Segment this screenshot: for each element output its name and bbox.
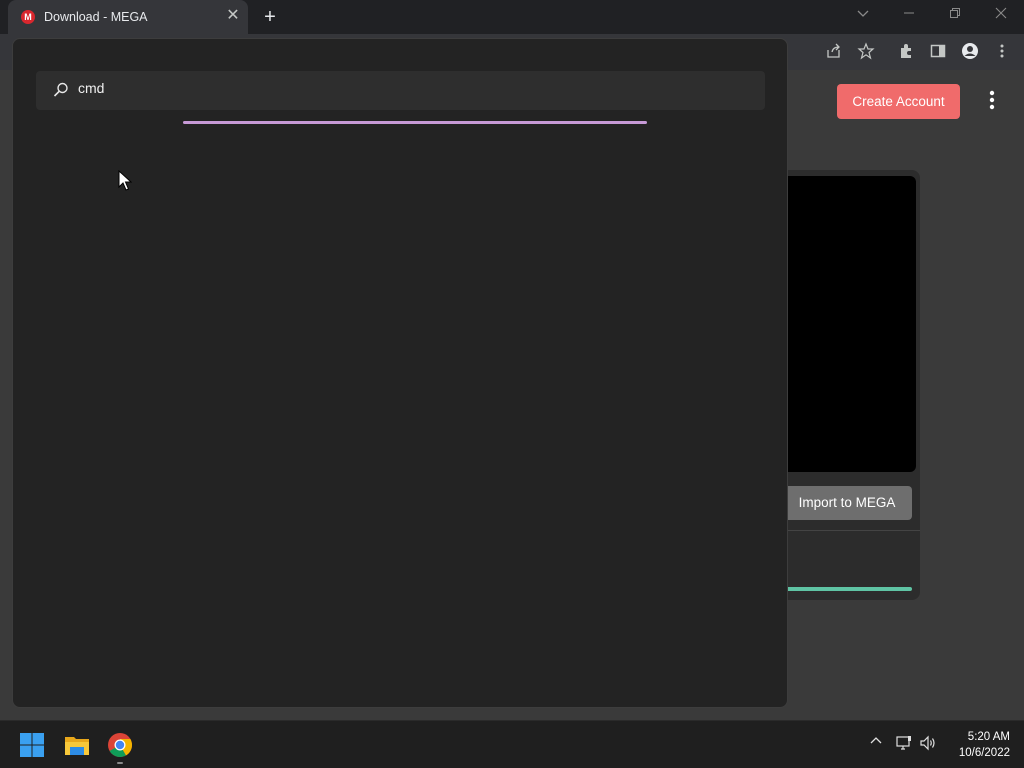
search-box[interactable]: cmd <box>36 71 765 110</box>
file-explorer-icon[interactable] <box>61 729 93 761</box>
start-icon[interactable] <box>16 729 48 761</box>
page-menu-icon[interactable] <box>984 90 1000 116</box>
close-window-icon[interactable] <box>988 4 1014 26</box>
file-preview <box>775 176 916 472</box>
tab-title: Download - MEGA <box>44 10 148 24</box>
mouse-cursor-icon <box>118 169 133 192</box>
network-icon[interactable] <box>894 734 914 754</box>
side-panel-icon[interactable] <box>928 42 948 62</box>
profile-icon[interactable] <box>960 42 980 62</box>
download-progress-bar <box>780 587 912 591</box>
bookmark-star-icon[interactable] <box>856 42 876 62</box>
browser-menu-icon[interactable] <box>992 42 1012 62</box>
chrome-icon[interactable] <box>104 729 136 761</box>
share-icon[interactable] <box>824 42 844 62</box>
import-to-mega-button[interactable]: Import to MEGA <box>782 486 912 520</box>
panel-divider <box>775 530 920 531</box>
new-tab-button[interactable]: + <box>259 6 281 28</box>
search-icon <box>52 81 70 99</box>
clock-date: 10/6/2022 <box>958 747 1010 759</box>
start-search-panel: cmd <box>12 38 788 708</box>
chrome-running-indicator <box>117 762 123 764</box>
clock-time: 5:20 AM <box>967 731 1010 743</box>
create-account-button[interactable]: Create Account <box>837 84 960 119</box>
mega-favicon-icon: M <box>21 10 35 24</box>
windows-taskbar: 5:20 AM 10/6/2022 <box>0 720 1024 768</box>
browser-titlebar: M Download - MEGA ✕ + <box>0 0 1024 34</box>
browser-tab[interactable]: M Download - MEGA ✕ <box>8 0 248 34</box>
restore-icon[interactable] <box>942 4 968 26</box>
system-clock[interactable]: 5:20 AM 10/6/2022 <box>940 729 1010 761</box>
show-hidden-icons-chevron-icon[interactable] <box>866 734 886 754</box>
search-loading-bar <box>183 121 647 124</box>
extensions-icon[interactable] <box>896 42 916 62</box>
volume-icon[interactable] <box>918 734 938 754</box>
search-input[interactable]: cmd <box>78 80 104 96</box>
minimize-icon[interactable] <box>896 4 922 26</box>
tab-close-icon[interactable]: ✕ <box>224 7 242 25</box>
tab-search-chevron-icon[interactable] <box>850 4 876 26</box>
